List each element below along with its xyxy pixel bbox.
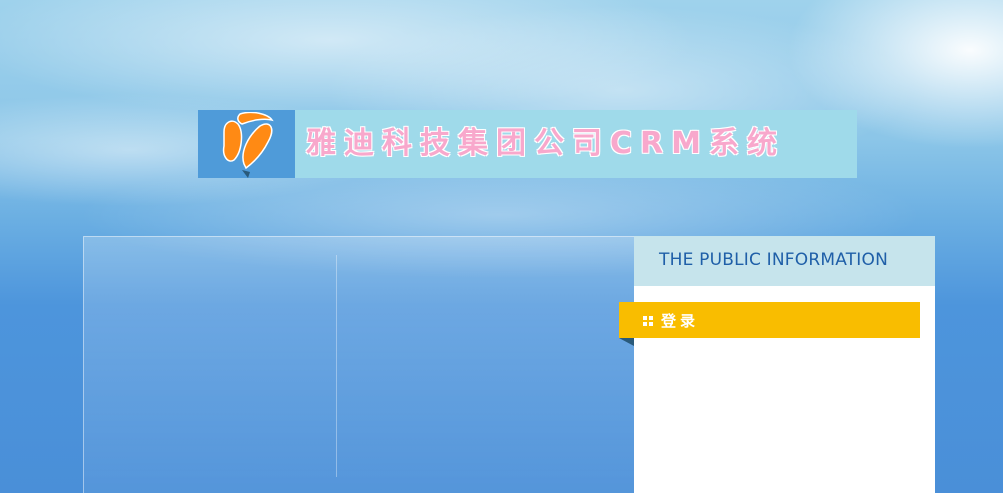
system-title: 雅迪科技集团公司CRM系统: [306, 126, 785, 161]
info-panel-title: THE PUBLIC INFORMATION: [659, 250, 889, 270]
content-divider: [336, 255, 337, 477]
logo-box: [198, 110, 295, 178]
ribbon-fold: [619, 338, 634, 346]
login-label: 登录: [661, 312, 700, 330]
public-information-panel: THE PUBLIC INFORMATION: [634, 236, 935, 493]
company-logo-icon: [222, 112, 274, 178]
login-button[interactable]: 登录: [619, 302, 920, 338]
main-content-panel: [83, 236, 634, 493]
header-banner: 雅迪科技集团公司CRM系统: [198, 110, 857, 178]
grid-icon: [643, 316, 653, 326]
info-panel-header: THE PUBLIC INFORMATION: [634, 236, 935, 286]
